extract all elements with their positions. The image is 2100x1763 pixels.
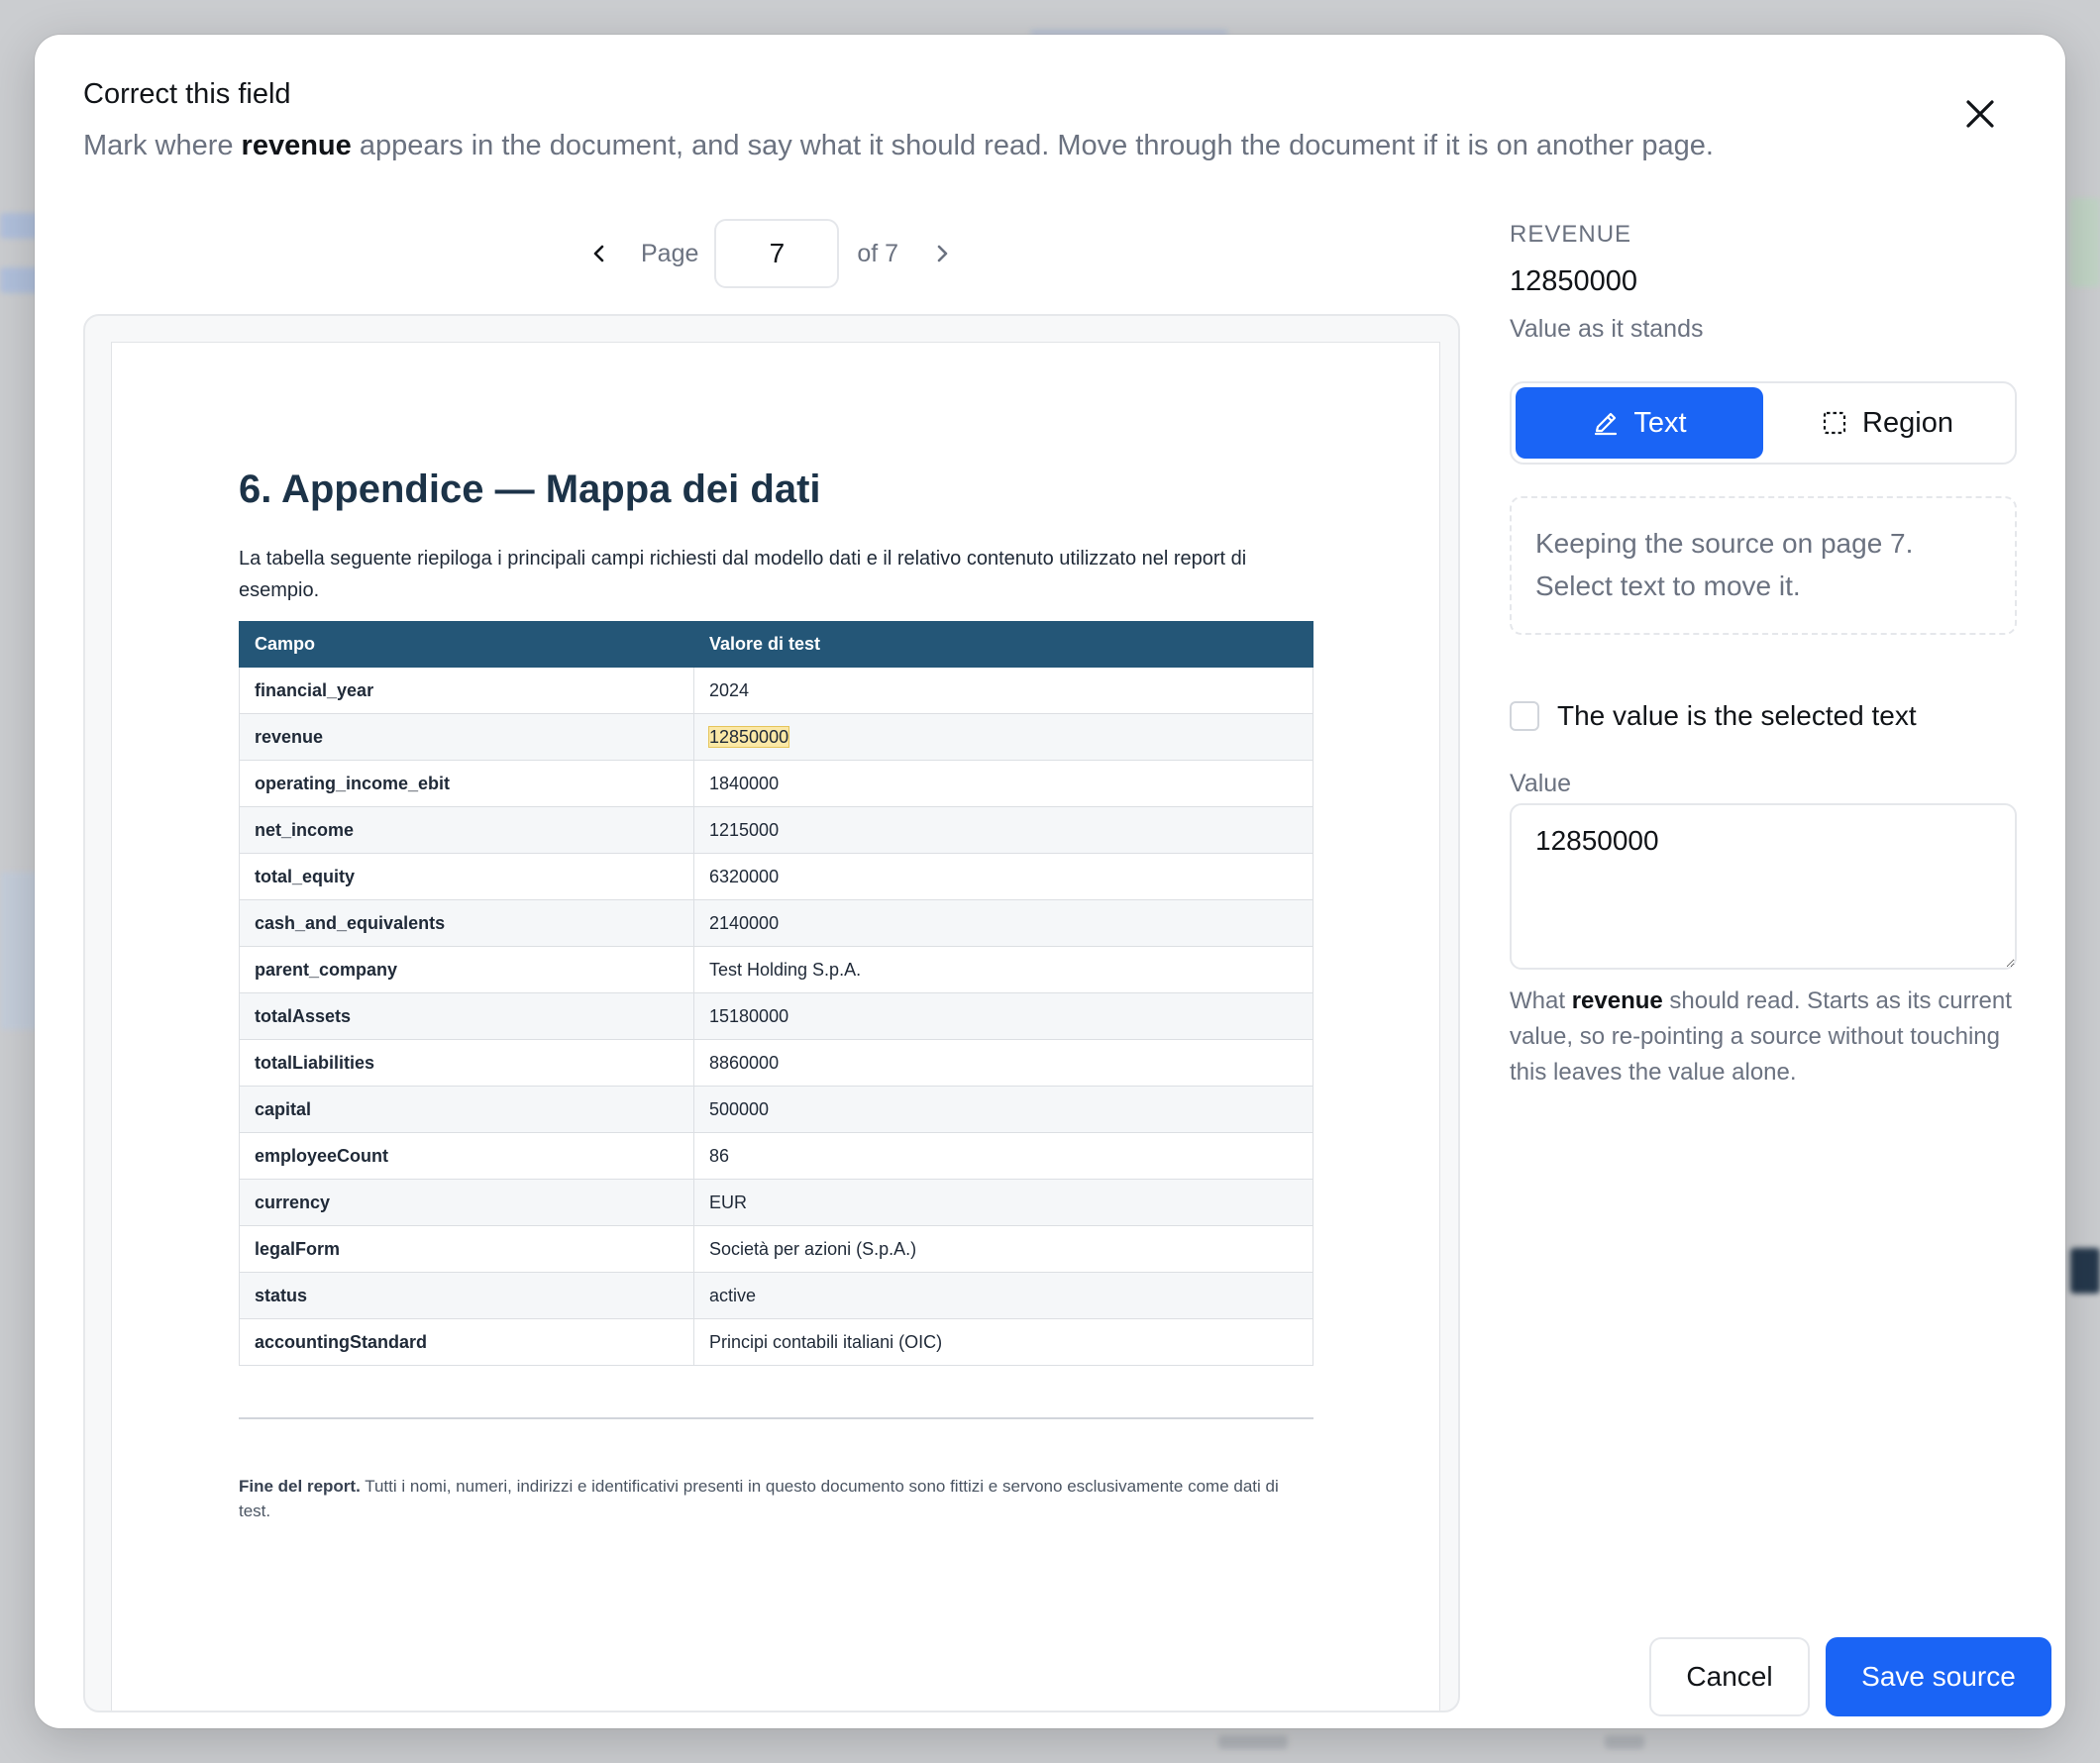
field-value-cell[interactable]: active: [693, 1272, 1313, 1319]
checkbox-label[interactable]: The value is the selected text: [1557, 700, 1917, 732]
text-mode-label: Text: [1633, 406, 1687, 439]
table-row: capital 500000: [239, 1086, 1313, 1133]
selection-mode-toggle: Text Region: [1510, 381, 2017, 465]
highlighted-source-text[interactable]: 12850000: [707, 725, 790, 748]
table-row: totalAssets 15180000: [239, 992, 1313, 1040]
field-name-label: REVENUE: [1510, 221, 1632, 248]
selected-text-checkbox-row[interactable]: The value is the selected text: [1510, 700, 1917, 732]
table-row: employeeCount 86: [239, 1132, 1313, 1180]
field-value-cell[interactable]: Test Holding S.p.A.: [693, 946, 1313, 993]
selected-text-checkbox[interactable]: [1510, 701, 1539, 731]
table-row: revenue 12850000: [239, 713, 1313, 761]
document-intro[interactable]: La tabella seguente riepiloga i principa…: [239, 543, 1318, 606]
field-key-cell[interactable]: parent_company: [239, 946, 694, 993]
page-label: Page: [641, 239, 699, 267]
correct-field-dialog: Correct this field Mark where revenue ap…: [35, 35, 2065, 1728]
field-value-cell[interactable]: 500000: [693, 1086, 1313, 1133]
table-row: financial_year 2024: [239, 667, 1313, 714]
table-row: legalForm Società per azioni (S.p.A.): [239, 1225, 1313, 1273]
table-header-cell[interactable]: Campo: [239, 621, 694, 668]
current-field-value: 12850000: [1510, 265, 1638, 297]
highlighter-icon: [1595, 412, 1618, 436]
dashed-square-icon: [1823, 411, 1846, 435]
field-value-cell[interactable]: 12850000: [693, 713, 1313, 761]
subtitle-text-start: Mark where: [83, 130, 242, 161]
field-value-cell[interactable]: 1840000: [693, 760, 1313, 807]
value-textarea[interactable]: 12850000: [1510, 803, 2017, 970]
subtitle-text-end: appears in the document, and say what it…: [351, 130, 1714, 161]
dialog-subtitle: Mark where revenue appears in the docume…: [83, 130, 1714, 162]
field-key-cell[interactable]: totalAssets: [239, 992, 694, 1040]
page-navigator: Page of 7: [578, 218, 964, 289]
cancel-button[interactable]: Cancel: [1649, 1637, 1810, 1716]
document-page[interactable]: 6. Appendice — Mappa dei dati La tabella…: [111, 342, 1440, 1711]
field-value-cell[interactable]: 6320000: [693, 853, 1313, 900]
data-map-table: Campo Valore di test financial_year 2024 r…: [239, 621, 1313, 1366]
field-value-cell[interactable]: 1215000: [693, 806, 1313, 854]
table-row: net_income 1215000: [239, 806, 1313, 854]
field-value-cell[interactable]: 2024: [693, 667, 1313, 714]
table-row: currency EUR: [239, 1179, 1313, 1226]
previous-page-button[interactable]: [578, 232, 621, 275]
save-source-button[interactable]: Save source: [1826, 1637, 2051, 1716]
table-row: operating_income_ebit 1840000: [239, 760, 1313, 807]
table-row: accountingStandard Principi contabili ita…: [239, 1318, 1313, 1366]
field-key-cell[interactable]: capital: [239, 1086, 694, 1133]
field-value-cell[interactable]: 2140000: [693, 899, 1313, 947]
field-key-cell[interactable]: cash_and_equivalents: [239, 899, 694, 947]
field-value-caption: Value as it stands: [1510, 315, 1704, 343]
field-key-cell[interactable]: legalForm: [239, 1225, 694, 1273]
field-key-cell[interactable]: currency: [239, 1179, 694, 1226]
field-value-cell[interactable]: EUR: [693, 1179, 1313, 1226]
dialog-title: Correct this field: [83, 78, 291, 110]
field-value-cell[interactable]: 15180000: [693, 992, 1313, 1040]
region-mode-button[interactable]: Region: [1763, 387, 2011, 459]
subtitle-field-name: revenue: [241, 130, 352, 161]
footer-bold-text[interactable]: Fine del report.: [239, 1477, 361, 1496]
document-viewer[interactable]: 6. Appendice — Mappa dei dati La tabella…: [83, 314, 1460, 1712]
table-row: totalLiabilities 8860000: [239, 1039, 1313, 1087]
table-header-row: Campo Valore di test: [239, 621, 1313, 668]
field-value-cell[interactable]: 8860000: [693, 1039, 1313, 1087]
value-help-text: What revenue should read. Starts as its …: [1510, 984, 2025, 1090]
footer-text[interactable]: Tutti i nomi, numeri, indirizzi e identi…: [239, 1477, 1279, 1520]
region-mode-label: Region: [1862, 406, 1953, 439]
field-key-cell[interactable]: operating_income_ebit: [239, 760, 694, 807]
hint-text-start: What: [1510, 987, 1572, 1014]
table-row: cash_and_equivalents 2140000: [239, 899, 1313, 947]
field-value-cell[interactable]: Principi contabili italiani (OIC): [693, 1318, 1313, 1366]
text-mode-button[interactable]: Text: [1516, 387, 1763, 459]
field-key-cell[interactable]: status: [239, 1272, 694, 1319]
close-icon: [1966, 100, 1994, 128]
field-key-cell[interactable]: accountingStandard: [239, 1318, 694, 1366]
hint-field-name: revenue: [1571, 987, 1663, 1014]
field-key-cell[interactable]: total_equity: [239, 853, 694, 900]
document-divider: [239, 1417, 1313, 1419]
document-footer[interactable]: Fine del report. Tutti i nomi, numeri, i…: [239, 1474, 1313, 1523]
source-info-box: Keeping the source on page 7. Select tex…: [1510, 496, 2017, 635]
chevron-left-icon: [593, 245, 604, 262]
chevron-right-icon: [937, 245, 948, 262]
field-key-cell[interactable]: revenue: [239, 713, 694, 761]
value-field-label: Value: [1510, 770, 1572, 797]
page-number-input[interactable]: [714, 219, 840, 288]
field-key-cell[interactable]: totalLiabilities: [239, 1039, 694, 1087]
table-body: financial_year 2024 revenue 12850000 operati…: [239, 667, 1313, 1366]
next-page-button[interactable]: [920, 232, 964, 275]
field-key-cell[interactable]: financial_year: [239, 667, 694, 714]
document-heading[interactable]: 6. Appendice — Mappa dei dati: [239, 467, 821, 512]
table-row: total_equity 6320000: [239, 853, 1313, 900]
close-button[interactable]: [1952, 86, 2008, 142]
table-header-cell[interactable]: Valore di test: [693, 621, 1313, 668]
field-key-cell[interactable]: employeeCount: [239, 1132, 694, 1180]
field-key-cell[interactable]: net_income: [239, 806, 694, 854]
table-row: parent_company Test Holding S.p.A.: [239, 946, 1313, 993]
field-value-cell[interactable]: 86: [693, 1132, 1313, 1180]
page-count-label: of 7: [857, 239, 899, 267]
table-row: status active: [239, 1272, 1313, 1319]
field-value-cell[interactable]: Società per azioni (S.p.A.): [693, 1225, 1313, 1273]
